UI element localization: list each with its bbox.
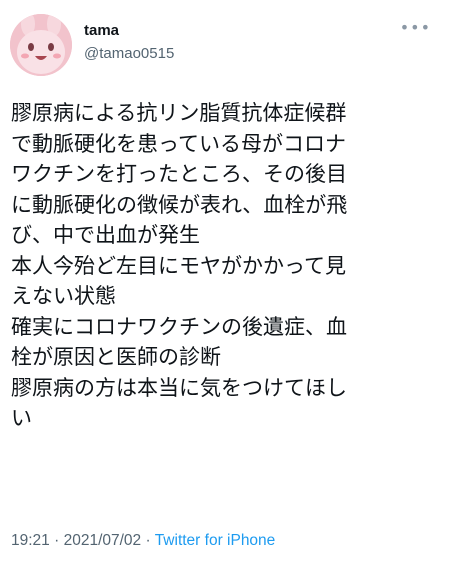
avatar-character-icon xyxy=(10,14,72,76)
tweet-text-line: 本人今殆ど左目にモヤがかかって見 xyxy=(11,253,346,278)
tweet-text-line: 確実にコロナワクチンの後遺症、血 xyxy=(11,314,347,339)
tweet-text-line: 膠原病の方は本当に気をつけてほし xyxy=(11,375,347,400)
more-horizontal-icon[interactable]: ••• xyxy=(400,20,431,36)
tweet-metadata: 19:21 · 2021/07/02 · Twitter for iPhone xyxy=(11,532,275,550)
tweet-text-line: 栓が原因と医師の診断 xyxy=(11,345,221,369)
tweet-date[interactable]: 2021/07/02 xyxy=(64,532,142,549)
tweet-text-line: えない状態 xyxy=(11,284,116,308)
tweet-text-line: ワクチンを打ったところ、その後目 xyxy=(11,162,347,186)
tweet-source-link[interactable]: Twitter for iPhone xyxy=(155,532,276,549)
meta-separator: · xyxy=(54,532,60,549)
tweet-time[interactable]: 19:21 xyxy=(11,532,50,549)
avatar[interactable] xyxy=(10,14,72,76)
tweet-text-line: で動脈硬化を患っている母がコロナ xyxy=(11,131,346,156)
tweet: tama @tamao0515 ••• 膠原病による抗リン脂質抗体症候群 で動脈… xyxy=(0,0,455,562)
tweet-text-line: 膠原病による抗リン脂質抗体症候群 xyxy=(11,101,347,125)
author-info: tama @tamao0515 xyxy=(84,22,174,64)
tweet-text-line: に動脈硬化の徴候が表れ、血栓が飛 xyxy=(11,192,348,217)
tweet-text: 膠原病による抗リン脂質抗体症候群 で動脈硬化を患っている母がコロナ ワクチンを打… xyxy=(11,98,447,434)
tweet-text-line: い xyxy=(11,406,32,430)
user-handle[interactable]: @tamao0515 xyxy=(84,44,174,64)
meta-separator: · xyxy=(145,532,151,549)
display-name[interactable]: tama xyxy=(84,22,174,40)
tweet-text-line: び、中で出血が発生 xyxy=(11,223,200,247)
